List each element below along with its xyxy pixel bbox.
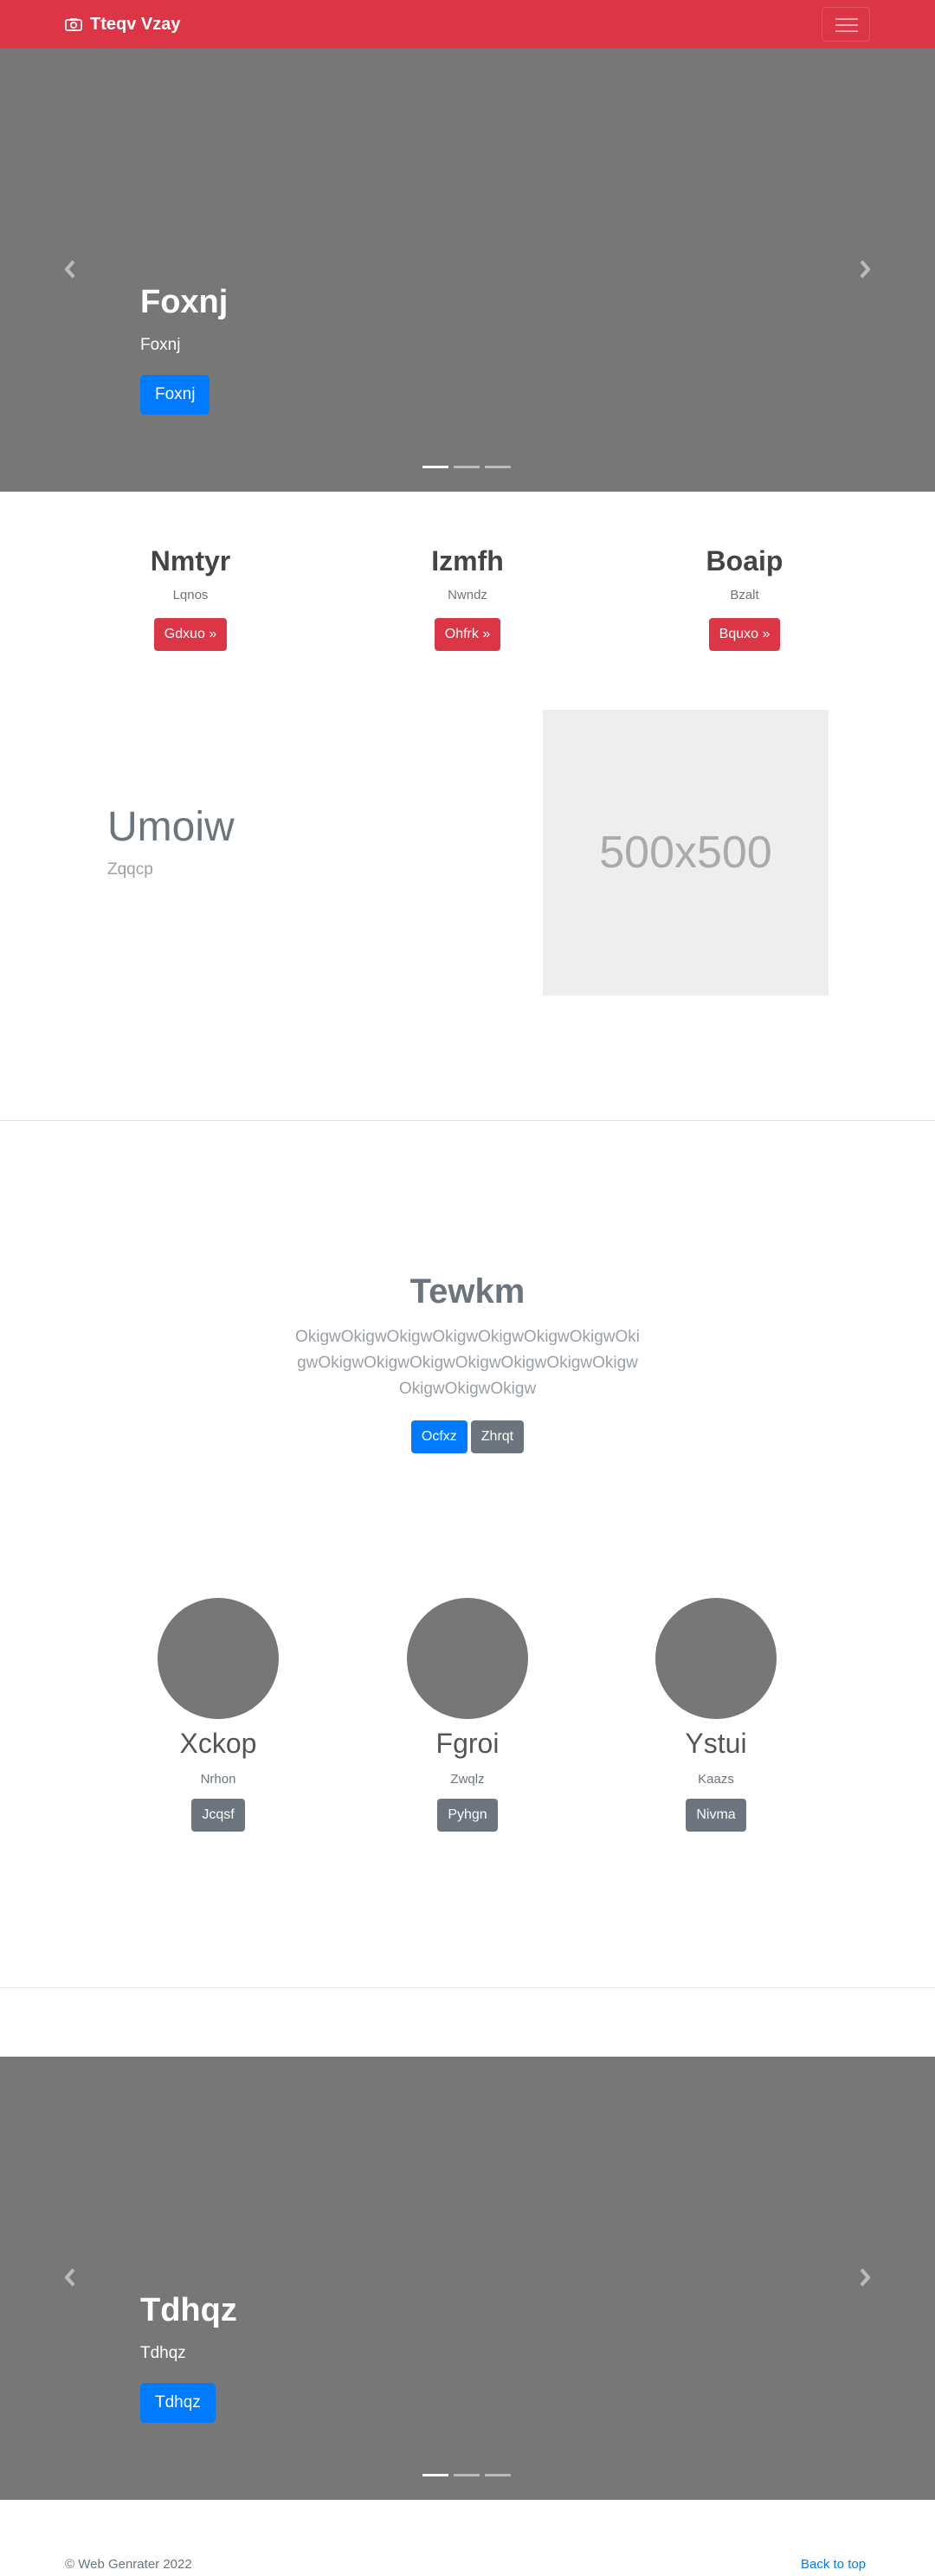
column-button[interactable]: Bquxo » [708, 618, 781, 651]
back-to-top-link[interactable]: Back to top [801, 2557, 866, 2572]
carousel-next-button[interactable] [852, 2264, 878, 2290]
column-button[interactable]: Ohfrk » [434, 618, 501, 651]
team-role: Nrhon [200, 1772, 236, 1787]
avatar [655, 1598, 777, 1719]
bottom-carousel: Tdhqz Tdhqz Tdhqz [0, 2057, 935, 2500]
carousel-title: Tdhqz [140, 2292, 237, 2328]
avatar [407, 1598, 528, 1719]
placeholder-label: 500x500 [599, 828, 772, 878]
jumbotron-text: OkigwOkigwOkigwOkigwOkigwOkigwOkigwOkigw… [294, 1328, 641, 1398]
team-member-3: Ystui Kaazs Nivma [629, 1598, 803, 1832]
hero-carousel: Foxnj Foxnj Foxnj [0, 48, 935, 492]
navbar-brand[interactable]: Tteqv Vzay [65, 0, 180, 48]
footer-copyright: © Web Genrater 2022 [65, 2557, 192, 2572]
column-text: Lqnos [172, 588, 209, 602]
jumbotron-heading: Tewkm [409, 1272, 526, 1311]
column-button[interactable]: Gdxuo » [153, 618, 228, 651]
team-button[interactable]: Pyhgn [437, 1799, 498, 1832]
chevron-left-icon [64, 2268, 75, 2287]
team-button[interactable]: Jcqsf [191, 1799, 245, 1832]
carousel-indicator-3[interactable] [485, 2474, 511, 2476]
carousel-indicator-2[interactable] [454, 466, 480, 468]
carousel-indicator-1[interactable] [422, 466, 448, 468]
divider [0, 1120, 935, 1121]
column-text: Bzalt [730, 588, 759, 602]
team-name: Fgroi [435, 1728, 500, 1759]
jumbotron-primary-button[interactable]: Ocfxz [410, 1420, 468, 1453]
carousel-indicator-2[interactable] [454, 2474, 480, 2476]
carousel-title: Foxnj [140, 284, 229, 320]
avatar [158, 1598, 279, 1719]
camera-icon [65, 18, 82, 31]
brand-text: Tteqv Vzay [90, 14, 181, 34]
jumbotron-buttons: Ocfxz Zhrqt [0, 1420, 935, 1453]
column-heading: Boaip [706, 545, 783, 576]
chevron-left-icon [64, 260, 75, 279]
column-heading: Nmtyr [150, 545, 231, 576]
team-role: Zwqlz [450, 1772, 485, 1787]
navbar-toggler-button[interactable] [822, 7, 870, 42]
carousel-subtitle: Tdhqz [140, 2344, 186, 2362]
feature-heading: Umoiw [107, 804, 235, 850]
team-name: Xckop [179, 1728, 257, 1759]
team-name: Ystui [685, 1728, 747, 1759]
carousel-indicator-3[interactable] [485, 466, 511, 468]
column-heading: Izmfh [431, 545, 504, 576]
chevron-right-icon [860, 2268, 871, 2287]
team-button[interactable]: Nivma [686, 1799, 746, 1832]
team-member-1: Xckop Nrhon Jcqsf [132, 1598, 305, 1832]
carousel-cta-button[interactable]: Tdhqz [140, 2383, 216, 2423]
navbar: Tteqv Vzay [0, 0, 935, 48]
feature-text: Zqqcp [107, 860, 153, 879]
divider [0, 1987, 935, 1988]
feature-placeholder-image: 500x500 [543, 710, 829, 995]
column-2: Izmfh Nwndz Ohfrk » [381, 545, 554, 651]
column-text: Nwndz [448, 588, 487, 602]
carousel-indicator-1[interactable] [422, 2474, 448, 2476]
team-role: Kaazs [698, 1772, 734, 1787]
carousel-next-button[interactable] [852, 256, 878, 282]
team-member-2: Fgroi Zwqlz Pyhgn [381, 1598, 554, 1832]
chevron-right-icon [860, 260, 871, 279]
jumbotron-secondary-button[interactable]: Zhrqt [470, 1420, 525, 1453]
column-3: Boaip Bzalt Bquxo » [658, 545, 831, 651]
carousel-prev-button[interactable] [57, 2264, 83, 2290]
carousel-prev-button[interactable] [57, 256, 83, 282]
carousel-cta-button[interactable]: Foxnj [140, 375, 210, 415]
column-1: Nmtyr Lqnos Gdxuo » [104, 545, 277, 651]
carousel-subtitle: Foxnj [140, 336, 181, 354]
carousel-indicators [422, 2474, 511, 2476]
carousel-indicators [422, 466, 511, 468]
